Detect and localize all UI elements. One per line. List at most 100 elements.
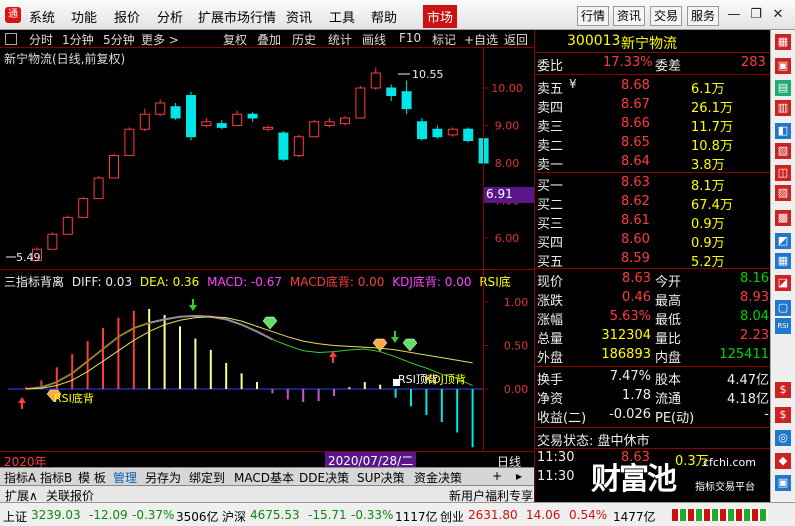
tab-dde[interactable]: DDE决策	[299, 469, 349, 486]
tool-overlay[interactable]: 叠加	[257, 31, 281, 48]
trade-state: 交易状态: 盘中休市	[537, 434, 650, 449]
tool-history[interactable]: 历史	[292, 31, 316, 48]
tab-add[interactable]: +	[492, 469, 502, 483]
board-icon[interactable]: ▧	[775, 143, 791, 159]
level-volume: 6.1万	[691, 82, 725, 97]
index-amount: 1477亿	[613, 510, 656, 524]
tab-indicator-b[interactable]: 指标B	[40, 469, 72, 486]
calendar-icon[interactable]: ▦	[775, 34, 791, 50]
tool-adjust[interactable]: 复权	[223, 31, 247, 48]
level-label: 卖三	[537, 120, 564, 135]
stat-label: PE(动)	[655, 411, 695, 426]
book-icon[interactable]: ▥	[775, 100, 791, 116]
bid-row[interactable]: 买四 8.60 0.9万	[535, 231, 771, 251]
tab-manage[interactable]: 管理	[113, 469, 137, 486]
indicator-svg: 1.000.500.00RSI底背RSI顶背KDJ顶背	[8, 296, 528, 448]
menu-tools[interactable]: 工具	[329, 7, 355, 26]
candle-body	[109, 155, 119, 179]
index-amount: 3506亿	[176, 510, 219, 524]
layer-icon[interactable]: ◪	[775, 275, 791, 291]
menu-extended-market[interactable]: 扩展市场行情	[198, 7, 276, 26]
bid-row[interactable]: 买二 8.62 67.4万	[535, 193, 771, 213]
tab-scroll-right[interactable]: ▸	[516, 469, 522, 483]
candle-body	[47, 233, 58, 250]
ask-row[interactable]: 卖四 8.67 26.1万	[535, 96, 771, 116]
money-icon[interactable]: $	[775, 407, 791, 423]
bid-row[interactable]: 买五 8.59 5.2万	[535, 250, 771, 270]
ask-row[interactable]: 卖三 8.66 11.7万	[535, 115, 771, 135]
date-bar: 2020年 2020/07/28/二 日线	[0, 451, 534, 469]
menu-function[interactable]: 功能	[71, 7, 97, 26]
tool-more[interactable]: 更多 >	[141, 31, 179, 48]
report-icon[interactable]: ◩	[775, 233, 791, 249]
tab-sup[interactable]: SUP决策	[357, 469, 405, 486]
tab-save-as[interactable]: 另存为	[145, 469, 181, 486]
stat-row: 现价 8.63 今开 8.16	[535, 270, 771, 290]
rsi-icon[interactable]: RSI	[775, 318, 791, 334]
window-icon[interactable]: ◧	[775, 123, 791, 139]
tab-bind-to[interactable]: 绑定到	[189, 469, 225, 486]
stat-label: 涨幅	[537, 313, 564, 328]
candle-body	[155, 102, 166, 115]
menu-analysis[interactable]: 分析	[157, 7, 183, 26]
menu-help[interactable]: 帮助	[371, 7, 397, 26]
tool-5min[interactable]: 5分钟	[103, 31, 135, 48]
tab-macd-basic[interactable]: MACD基本	[234, 469, 294, 486]
tool-mark[interactable]: 标记	[432, 31, 456, 48]
diamond-icon[interactable]: ◆	[775, 453, 791, 469]
chart-icon[interactable]: ▩	[775, 210, 791, 226]
menu-system[interactable]: 系统	[29, 7, 55, 26]
box-icon[interactable]: ▣	[775, 475, 791, 491]
trade-state-row: 交易状态: 盘中休市	[535, 429, 771, 449]
tool-draw[interactable]: 画线	[362, 31, 386, 48]
tool-1min[interactable]: 1分钟	[62, 31, 94, 48]
indicator-chart[interactable]: 三指标背离 DIFF: 0.03 DEA: 0.36 MACD: -0.67 M…	[0, 271, 534, 451]
ask-row[interactable]: 卖二 8.65 10.8万	[535, 134, 771, 154]
trade-button[interactable]: 交易	[650, 6, 682, 26]
grid-icon[interactable]: ▣	[775, 58, 791, 74]
divergence-gem-icon	[402, 338, 418, 352]
kline-chart[interactable]: 新宁物流(日线,前复权) 10.009.008.007.006.0010.555…	[0, 48, 534, 270]
stat-value: 4.47亿	[727, 373, 769, 388]
bid-row[interactable]: 买三 8.61 0.9万	[535, 212, 771, 232]
frame-icon[interactable]: ▢	[775, 300, 791, 316]
status-indicator-icon[interactable]	[672, 509, 768, 521]
ask-row[interactable]: 卖一 8.64 3.8万	[535, 153, 771, 173]
table-icon[interactable]: ▦	[775, 253, 791, 269]
news-icon[interactable]: ▨	[775, 185, 791, 201]
service-button[interactable]: 服务	[687, 6, 719, 26]
tool-stats[interactable]: 统计	[328, 31, 352, 48]
stat-value: -0.026	[609, 407, 651, 422]
tab-fund[interactable]: 资金决策	[414, 469, 462, 486]
bid-row[interactable]: 买一 8.63 8.1万	[535, 174, 771, 194]
tool-back[interactable]: 返回	[504, 31, 528, 48]
level-price: 8.66	[621, 116, 650, 131]
panel-icon[interactable]: ◫	[775, 165, 791, 181]
target-icon[interactable]: ◎	[775, 430, 791, 446]
tool-f10[interactable]: F10	[399, 31, 421, 45]
tab-template[interactable]: 模 板	[78, 469, 106, 486]
grid-icon[interactable]	[5, 33, 17, 45]
quote-button[interactable]: 行情	[577, 6, 609, 26]
tool-add-favorite[interactable]: +自选	[464, 31, 498, 48]
list-icon[interactable]: ▤	[775, 80, 791, 96]
level-label: 卖四	[537, 101, 564, 116]
stat-label: 换手	[537, 373, 564, 388]
buy-arrow-icon	[18, 397, 26, 409]
close-icon[interactable]: ✕	[768, 6, 788, 26]
maximize-icon[interactable]: ❐	[746, 6, 766, 26]
tab-indicator-a[interactable]: 指标A	[4, 469, 36, 486]
dollar-icon[interactable]: $	[775, 382, 791, 398]
news-button[interactable]: 资讯	[613, 6, 645, 26]
cursor-date: 2020/07/28/二	[325, 452, 417, 468]
menu-news[interactable]: 资讯	[286, 7, 312, 26]
index-percent: -0.33%	[351, 508, 394, 522]
menu-market[interactable]: 市场	[423, 5, 458, 28]
level-volume: 8.1万	[691, 179, 725, 194]
index-name: 上证	[3, 510, 28, 524]
tool-timeshare[interactable]: 分时	[29, 31, 53, 48]
level-price: 8.64	[621, 154, 650, 169]
stat-label: 收益(二)	[537, 411, 587, 426]
menu-quote[interactable]: 报价	[114, 7, 140, 26]
minimize-icon[interactable]: —	[724, 6, 744, 26]
